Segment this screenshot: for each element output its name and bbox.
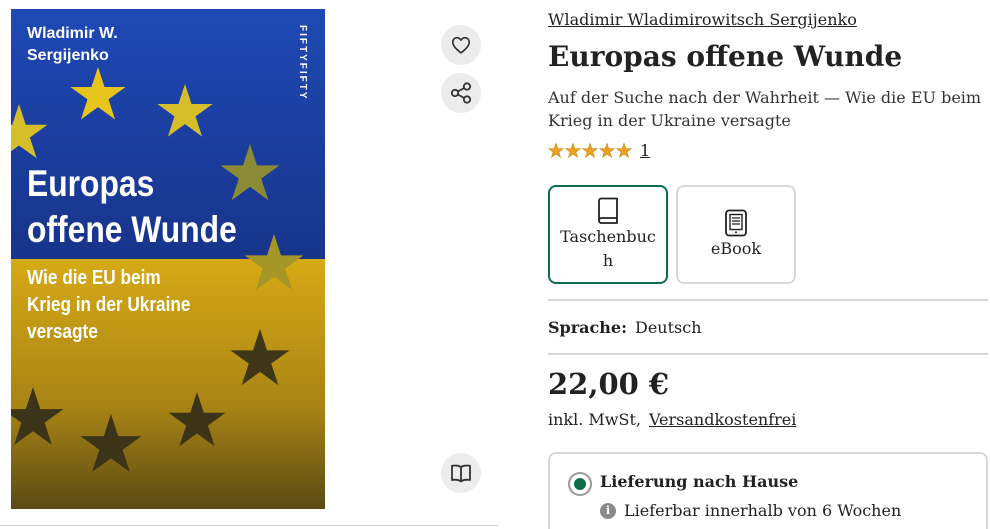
rating-count-link[interactable]: 1 (640, 141, 650, 160)
author-link[interactable]: Wladimir Wladimirowitsch Sergijenko (548, 10, 857, 29)
share-button[interactable] (441, 73, 481, 113)
cover-author: Wladimir W. Sergijenko (27, 25, 118, 64)
delivery-radio[interactable] (568, 472, 592, 496)
format-paperback-button[interactable]: Taschenbuch (548, 185, 668, 284)
share-icon (450, 82, 472, 104)
open-book-icon (451, 464, 471, 483)
delivery-option-label: Lieferung nach Hause (600, 472, 799, 491)
info-icon: i (600, 502, 616, 519)
format-ebook-button[interactable]: eBook (676, 185, 796, 284)
star-icon (548, 142, 564, 158)
divider (548, 299, 988, 301)
read-sample-button[interactable] (441, 453, 481, 493)
rating[interactable]: 1 (548, 141, 650, 160)
language-value: Deutsch (635, 318, 702, 337)
delivery-option-card[interactable]: Lieferung nach Hause i Lieferbar innerha… (548, 452, 988, 529)
availability-text: Lieferbar innerhalb von 6 Wochen (624, 501, 902, 520)
star-icon (599, 142, 615, 158)
format-label: eBook (710, 238, 762, 258)
shipping-link[interactable]: Versandkostenfrei (649, 410, 796, 429)
radio-selected-dot (574, 478, 586, 490)
ebook-reader-icon (725, 209, 747, 236)
divider (548, 353, 988, 355)
product-subtitle: Auf der Suche nach der Wahrheit — Wie di… (548, 88, 982, 130)
star-icon (582, 142, 598, 158)
star-icon (616, 142, 632, 158)
product-title: Europas offene Wunde (548, 40, 903, 73)
book-icon (598, 197, 618, 224)
heart-icon (451, 36, 471, 54)
availability-row: i Lieferbar innerhalb von 6 Wochen (600, 501, 901, 520)
cover-artwork (11, 9, 325, 509)
star-icon (565, 142, 581, 158)
divider (0, 525, 498, 526)
language-label: Sprache: (548, 318, 627, 337)
tax-note: inkl. MwSt, (548, 410, 641, 429)
tax-note-row: inkl. MwSt, Versandkostenfrei (548, 410, 796, 429)
cover-subtitle: Wie die EU beim Krieg in der Ukraine ver… (27, 267, 191, 343)
cover-title: Europas offene Wunde (27, 163, 237, 250)
format-label: Taschenbuch (560, 226, 656, 270)
price: 22,00 € (548, 367, 670, 401)
book-cover[interactable]: Wladimir W. Sergijenko FIFTYFIFTY Europa… (11, 9, 325, 509)
rating-stars (548, 142, 632, 159)
favorite-button[interactable] (441, 25, 481, 65)
cover-publisher: FIFTYFIFTY (297, 25, 308, 101)
language-row: Sprache: Deutsch (548, 318, 702, 337)
